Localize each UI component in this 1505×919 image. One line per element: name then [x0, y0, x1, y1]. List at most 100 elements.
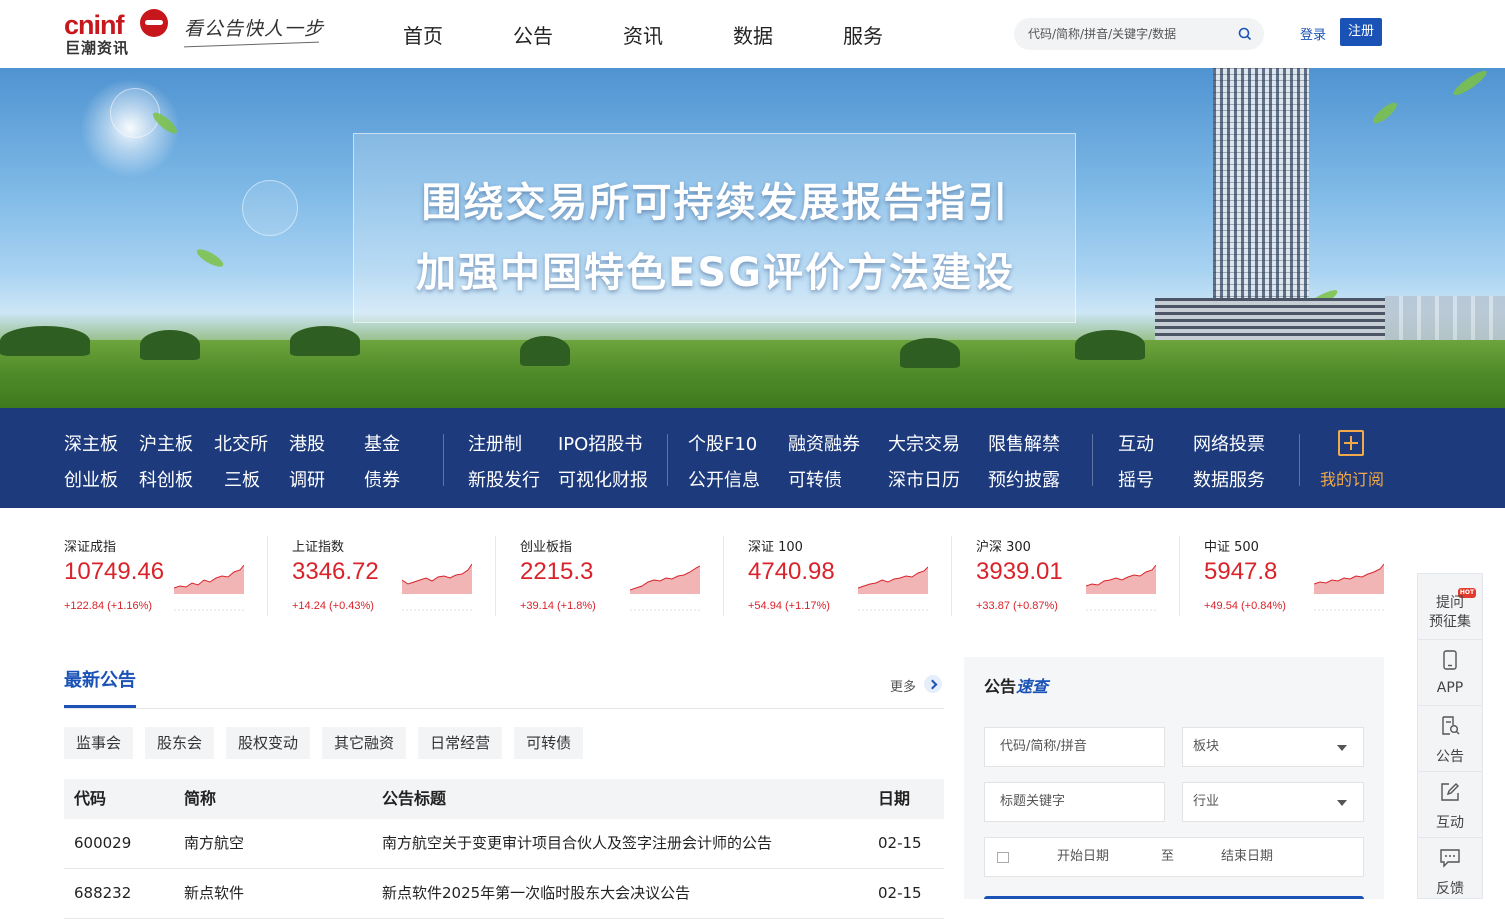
- link-ipo-prospectus[interactable]: IPO招股书: [558, 430, 642, 456]
- link-convertibles[interactable]: 可转债: [788, 466, 842, 492]
- link-lockup-expiry[interactable]: 限售解禁: [988, 430, 1060, 456]
- announcement-button[interactable]: 公告: [1418, 706, 1482, 772]
- toolbar-label: 提问 预征集: [1429, 595, 1471, 630]
- link-registration[interactable]: 注册制: [468, 430, 522, 456]
- decor-leaf: [1450, 68, 1490, 99]
- cell-title[interactable]: 新点软件2025年第一次临时股东大会决议公告: [382, 869, 690, 917]
- more-link[interactable]: 更多: [890, 676, 916, 695]
- industry-select[interactable]: 行业: [1182, 782, 1364, 822]
- announcement-table: 代码 简称 公告标题 日期 600029 南方航空 南方航空关于变更审计项目合伙…: [64, 779, 944, 919]
- cell-title[interactable]: 南方航空关于变更审计项目合伙人及签字注册会计师的公告: [382, 819, 772, 867]
- chevron-down-icon: [1337, 800, 1347, 806]
- slogan: 看公告快人一步: [184, 18, 325, 40]
- link-research[interactable]: 调研: [289, 466, 325, 492]
- hero-banner[interactable]: 围绕交易所可持续发展报告指引 加强中国特色ESG评价方法建设: [0, 68, 1505, 408]
- chip-convertible-bonds[interactable]: 可转债: [514, 727, 584, 759]
- industry-select-value: 行业: [1193, 794, 1220, 809]
- link-lottery[interactable]: 摇号: [1118, 466, 1154, 492]
- index-card[interactable]: 创业板指 2215.3 +39.14 (+1.8%): [520, 536, 748, 620]
- index-card[interactable]: 深证成指 10749.46 +122.84 (+1.16%): [64, 536, 292, 620]
- my-subscription-link[interactable]: 我的订阅: [1320, 466, 1384, 490]
- link-chinext[interactable]: 创业板: [64, 466, 118, 492]
- link-hk-stocks[interactable]: 港股: [289, 430, 325, 456]
- feedback-button[interactable]: 反馈: [1418, 838, 1482, 904]
- index-sparkline: [858, 566, 928, 611]
- link-public-info[interactable]: 公开信息: [688, 466, 760, 492]
- subscribe-icon[interactable]: [1338, 430, 1364, 456]
- table-row[interactable]: 600029 南方航空 南方航空关于变更审计项目合伙人及签字注册会计师的公告 0…: [64, 819, 944, 869]
- code-field: [984, 727, 1165, 767]
- interaction-button[interactable]: 互动: [1418, 772, 1482, 838]
- nav-news[interactable]: 资讯: [623, 20, 733, 49]
- index-sparkline: [630, 565, 700, 611]
- index-card[interactable]: 沪深 300 3939.01 +33.87 (+0.87%): [976, 536, 1204, 620]
- link-funds[interactable]: 基金: [364, 430, 400, 456]
- index-sparkline: [1086, 564, 1156, 611]
- board-select[interactable]: 板块: [1182, 727, 1364, 767]
- keyword-field: [984, 782, 1165, 822]
- index-value: 2215.3: [520, 558, 594, 585]
- cell-name[interactable]: 南方航空: [184, 819, 244, 867]
- link-visual-reports[interactable]: 可视化财报: [558, 466, 648, 492]
- link-sz-calendar[interactable]: 深市日历: [888, 466, 960, 492]
- tree: [1075, 330, 1145, 360]
- index-value: 5947.8: [1204, 558, 1278, 585]
- link-interaction[interactable]: 互动: [1118, 430, 1154, 456]
- chip-shareholders-meeting[interactable]: 股东会: [145, 727, 215, 759]
- chevron-right-icon[interactable]: [924, 675, 942, 693]
- table-header: 代码 简称 公告标题 日期: [64, 779, 944, 819]
- divider: [1299, 434, 1300, 486]
- divider: [951, 536, 952, 616]
- link-data-services[interactable]: 数据服务: [1193, 466, 1265, 492]
- link-bse[interactable]: 北交所: [214, 430, 268, 456]
- index-value: 4740.98: [748, 558, 835, 585]
- index-name: 创业板指: [520, 540, 573, 555]
- date-range-picker[interactable]: 开始日期 至 结束日期: [984, 837, 1364, 877]
- link-stock-f10[interactable]: 个股F10: [688, 430, 757, 456]
- app-button[interactable]: APP: [1418, 640, 1482, 706]
- link-sh-main-board[interactable]: 沪主板: [139, 430, 193, 456]
- nav-announcements[interactable]: 公告: [513, 20, 623, 49]
- link-sz-main-board[interactable]: 深主板: [64, 430, 118, 456]
- link-block-trades[interactable]: 大宗交易: [888, 430, 960, 456]
- link-bonds[interactable]: 债券: [364, 466, 400, 492]
- chip-equity-change[interactable]: 股权变动: [226, 727, 311, 759]
- start-date-input[interactable]: 开始日期: [1057, 838, 1109, 876]
- index-change: +122.84 (+1.16%): [64, 600, 153, 612]
- register-button[interactable]: 注册: [1340, 18, 1382, 46]
- link-margin-trading[interactable]: 融资融券: [788, 430, 860, 456]
- chip-supervisory-board[interactable]: 监事会: [64, 727, 134, 759]
- link-online-voting[interactable]: 网络投票: [1193, 430, 1265, 456]
- table-row[interactable]: 688232 新点软件 新点软件2025年第一次临时股东大会决议公告 02-15: [64, 869, 944, 919]
- cell-name[interactable]: 新点软件: [184, 869, 244, 917]
- index-sparkline: [174, 564, 244, 611]
- question-collection-button[interactable]: HOT 提问 预征集: [1418, 574, 1482, 640]
- index-card[interactable]: 深证 100 4740.98 +54.94 (+1.17%): [748, 536, 976, 620]
- chip-daily-operations[interactable]: 日常经营: [418, 727, 503, 759]
- index-card[interactable]: 上证指数 3346.72 +14.24 (+0.43%): [292, 536, 520, 620]
- chip-other-financing[interactable]: 其它融资: [322, 727, 407, 759]
- board-select-value: 板块: [1193, 739, 1220, 754]
- code-input[interactable]: [1000, 728, 1164, 765]
- login-link[interactable]: 登录: [1300, 24, 1326, 43]
- end-date-input[interactable]: 结束日期: [1221, 838, 1273, 876]
- nav-data[interactable]: 数据: [733, 20, 843, 49]
- link-new-issues[interactable]: 新股发行: [468, 466, 540, 492]
- section-title[interactable]: 最新公告: [64, 666, 136, 692]
- nav-home[interactable]: 首页: [403, 20, 513, 49]
- cell-code: 600029: [74, 834, 132, 852]
- cell-date: 02-15: [878, 834, 922, 852]
- index-name: 上证指数: [292, 540, 345, 555]
- banner-headline-2: 加强中国特色ESG评价方法建设: [416, 250, 1015, 296]
- link-scheduled-disclosure[interactable]: 预约披露: [988, 466, 1060, 492]
- index-card[interactable]: 中证 500 5947.8 +49.54 (+0.84%): [1204, 536, 1432, 620]
- link-third-board[interactable]: 三板: [224, 466, 260, 492]
- keyword-input[interactable]: [1000, 783, 1164, 820]
- link-star-market[interactable]: 科创板: [139, 466, 193, 492]
- nav-services[interactable]: 服务: [843, 20, 953, 49]
- search-input[interactable]: [1028, 24, 1228, 44]
- cninfo-logo[interactable]: cninf 巨潮资讯: [64, 8, 168, 60]
- search-icon[interactable]: [1238, 27, 1252, 41]
- index-change: +33.87 (+0.87%): [976, 600, 1058, 612]
- divider: [64, 708, 944, 709]
